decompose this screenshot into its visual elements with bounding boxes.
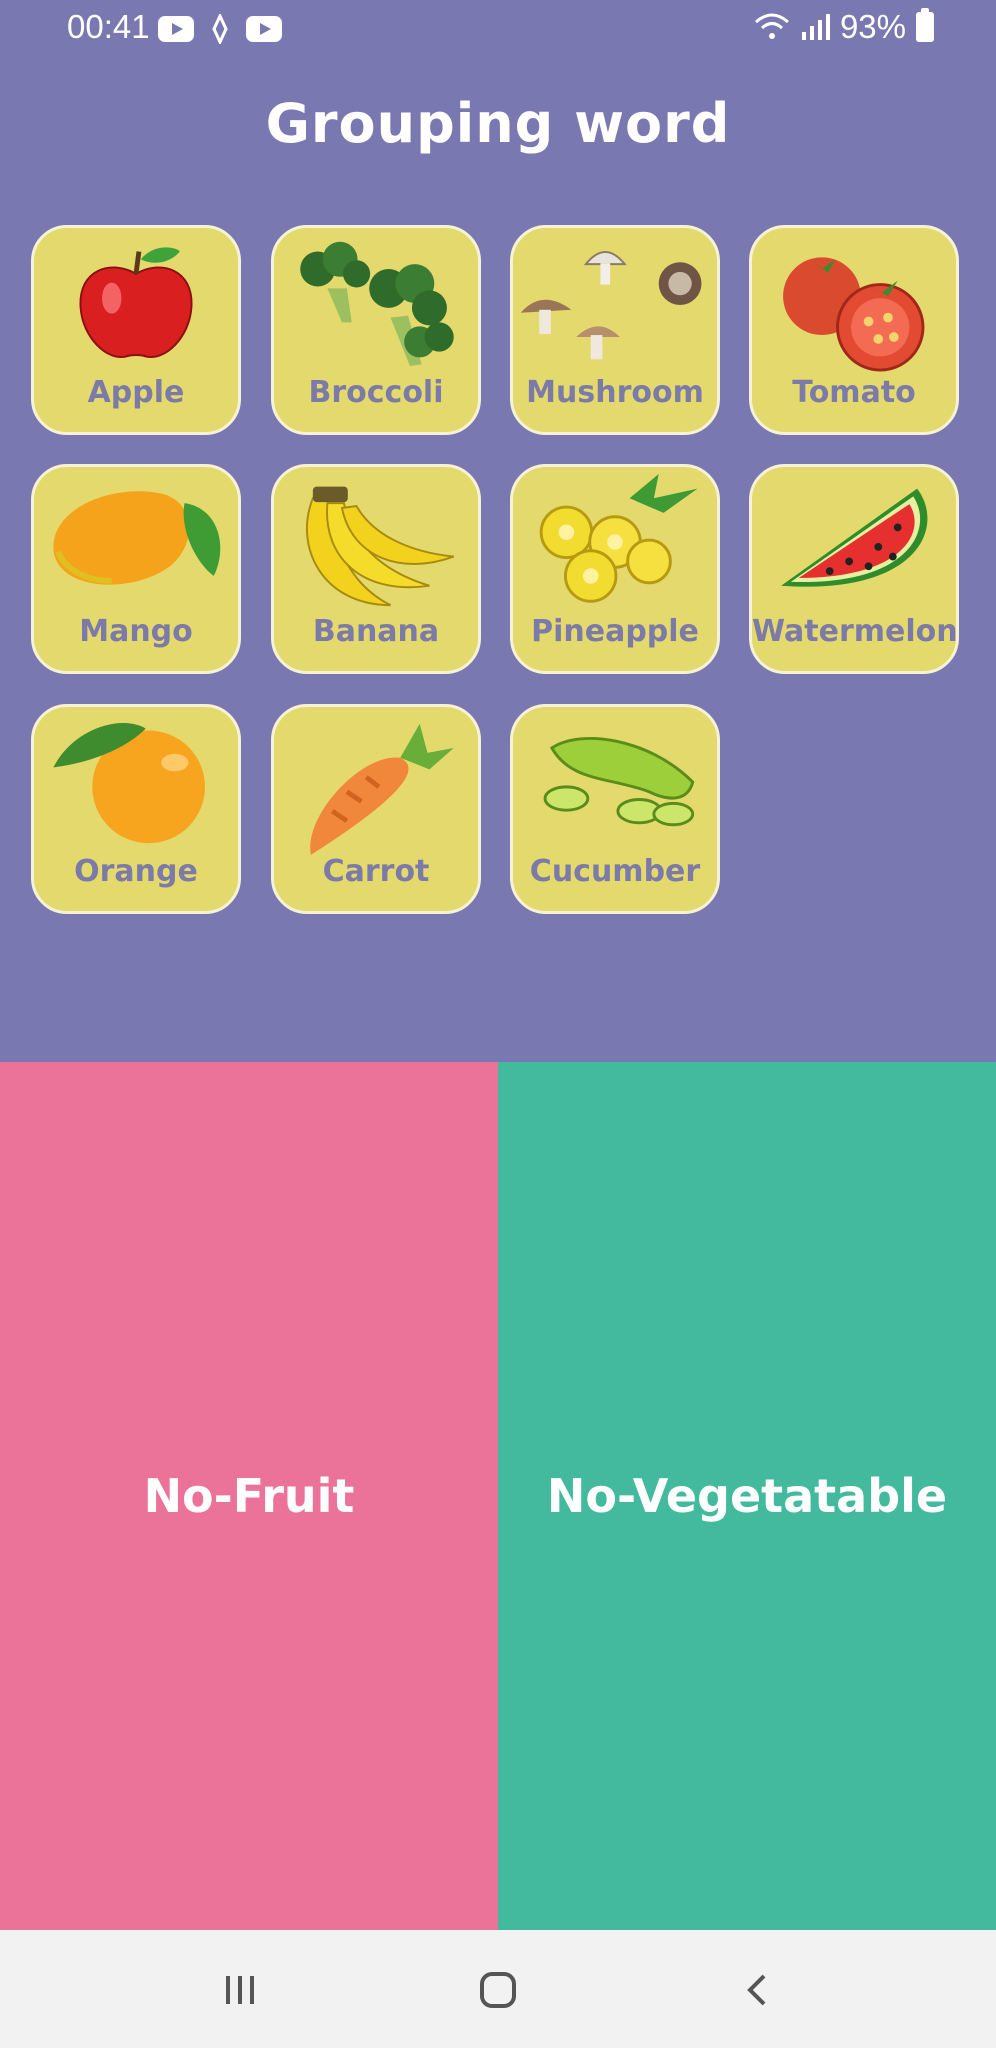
card-label: Orange (74, 854, 198, 889)
recents-icon (226, 1976, 254, 2004)
mango-icon (53, 491, 221, 585)
no-fruit-label: No-Fruit (143, 1469, 355, 1523)
card-label: Banana (312, 614, 440, 649)
card-label: Cucumber (529, 854, 701, 889)
battery-icon (916, 8, 934, 42)
watermelon-icon (781, 488, 928, 587)
broccoli-icon (300, 241, 454, 367)
word-card-apple[interactable]: Apple (31, 225, 241, 435)
notification-icons (158, 14, 282, 44)
battery-percent: 93% (839, 8, 906, 45)
apple-icon (79, 247, 193, 359)
word-card-pineapple[interactable]: Pineapple (510, 464, 720, 674)
word-card-mango[interactable]: Mango (31, 464, 241, 674)
status-time: 00:41 (67, 8, 150, 45)
no-vegetable-drop-zone[interactable]: No-Vegetatable (498, 1062, 996, 1930)
card-label: Mushroom (526, 375, 704, 410)
word-card-broccoli[interactable]: Broccoli (271, 225, 481, 435)
card-label: Apple (87, 375, 185, 410)
status-bar: 00:41 93% (0, 0, 996, 58)
no-vegetable-label: No-Vegetatable (546, 1469, 948, 1523)
nfc-icon (212, 14, 228, 44)
mushroom-icon (520, 251, 702, 360)
home-button[interactable] (468, 1960, 528, 2020)
navigation-bar (0, 1930, 996, 2048)
word-card-carrot[interactable]: Carrot (271, 704, 481, 914)
youtube-icon (246, 16, 282, 42)
home-icon (480, 1972, 516, 2008)
banana-icon (305, 486, 455, 607)
card-label: Carrot (322, 854, 430, 889)
card-label: Mango (79, 614, 193, 649)
signal-icon (801, 14, 830, 40)
back-icon (747, 1974, 766, 2006)
system-icons: 93% (754, 8, 934, 46)
card-label: Tomato (792, 375, 916, 410)
wifi-icon (754, 13, 789, 39)
carrot-icon (310, 723, 454, 855)
word-card-orange[interactable]: Orange (31, 704, 241, 914)
page-title: Grouping word (265, 92, 731, 155)
tomato-icon (783, 257, 925, 372)
card-label: Watermelon (752, 614, 958, 649)
word-card-tomato[interactable]: Tomato (749, 225, 959, 435)
card-label: Pineapple (531, 614, 699, 649)
cucumber-icon (543, 737, 695, 827)
word-card-watermelon[interactable]: Watermelon (749, 464, 959, 674)
card-label: Broccoli (308, 375, 444, 410)
word-card-cucumber[interactable]: Cucumber (510, 704, 720, 914)
youtube-icon (158, 16, 194, 42)
back-button[interactable] (728, 1960, 788, 2020)
no-fruit-drop-zone[interactable]: No-Fruit (0, 1062, 498, 1930)
word-card-banana[interactable]: Banana (271, 464, 481, 674)
pineapple-icon (539, 474, 698, 603)
recents-button[interactable] (210, 1960, 270, 2020)
word-card-mushroom[interactable]: Mushroom (510, 225, 720, 435)
orange-icon (53, 723, 205, 844)
